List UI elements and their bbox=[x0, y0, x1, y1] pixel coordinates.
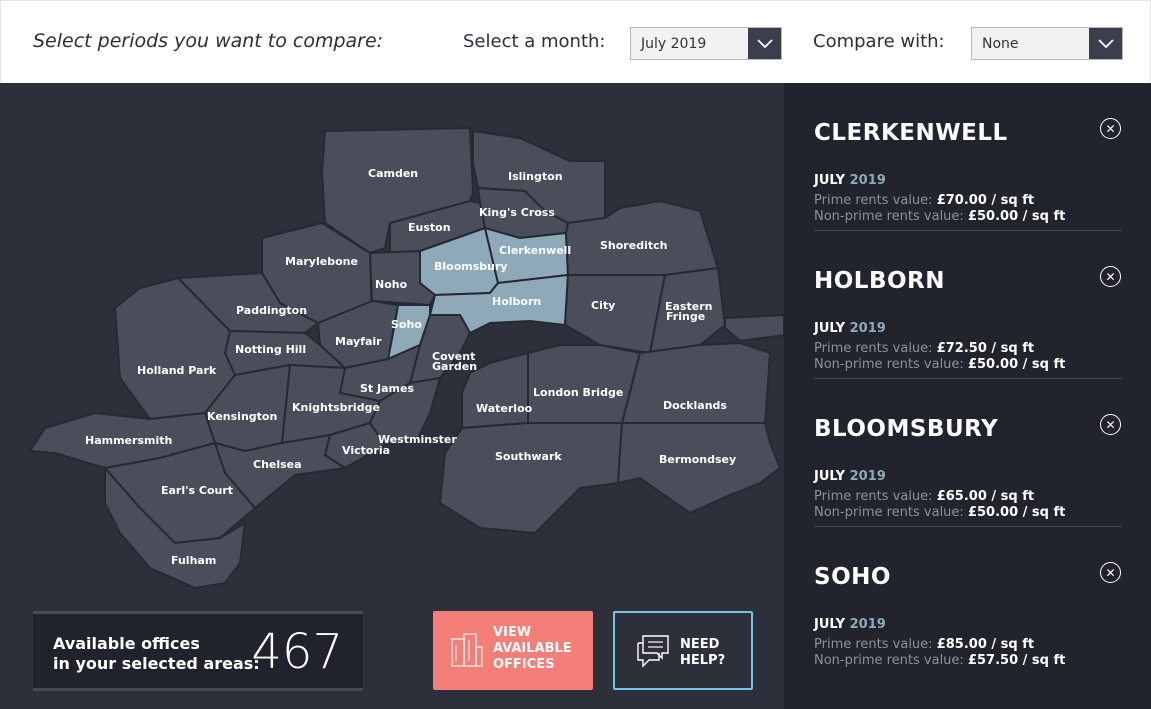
region-london-bridge[interactable] bbox=[527, 344, 642, 424]
prime-rent-label: Prime rents value: bbox=[814, 341, 933, 356]
counter-caption-line1: Available offices bbox=[53, 634, 200, 653]
compare-select-value: None bbox=[982, 36, 1019, 52]
area-name: BLOOMSBURY bbox=[814, 416, 999, 442]
view-button-line1: VIEW bbox=[493, 625, 532, 640]
nonprime-rent: Non-prime rents value: £57.50 / sq ft bbox=[814, 653, 1065, 668]
prime-rent: Prime rents value: £85.00 / sq ft bbox=[814, 637, 1034, 652]
counter-caption: Available offices in your selected areas… bbox=[53, 634, 260, 674]
period-year: 2019 bbox=[849, 321, 886, 336]
nonprime-rent-label: Non-prime rents value: bbox=[814, 357, 964, 372]
nonprime-rent-label: Non-prime rents value: bbox=[814, 209, 964, 224]
area-card-holborn: HOLBORN ✕ JULY 2019 Prime rents value: £… bbox=[814, 231, 1122, 379]
region-city[interactable] bbox=[563, 274, 667, 355]
prime-rent: Prime rents value: £70.00 / sq ft bbox=[814, 193, 1034, 208]
close-icon[interactable]: ✕ bbox=[1100, 414, 1121, 435]
selected-areas-panel: CLERKENWELL ✕ JULY 2019 Prime rents valu… bbox=[784, 83, 1151, 709]
nonprime-rent-value: £50.00 / sq ft bbox=[967, 357, 1066, 372]
area-card-soho: SOHO ✕ JULY 2019 Prime rents value: £85.… bbox=[814, 527, 1122, 675]
period-month: JULY bbox=[814, 617, 846, 632]
area-name: CLERKENWELL bbox=[814, 120, 1008, 146]
compare-label: Compare with: bbox=[813, 31, 945, 52]
period-year: 2019 bbox=[849, 617, 886, 632]
help-button-line1: NEED bbox=[680, 637, 720, 652]
view-button-line2: AVAILABLE bbox=[493, 641, 572, 656]
view-button-label: VIEW AVAILABLE OFFICES bbox=[493, 625, 583, 673]
area-card-clerkenwell: CLERKENWELL ✕ JULY 2019 Prime rents valu… bbox=[814, 83, 1122, 231]
counter-value: 467 bbox=[251, 624, 343, 680]
compare-prompt: Select periods you want to compare: bbox=[33, 30, 384, 52]
nonprime-rent: Non-prime rents value: £50.00 / sq ft bbox=[814, 209, 1065, 224]
prime-rent: Prime rents value: £72.50 / sq ft bbox=[814, 341, 1034, 356]
period-month: JULY bbox=[814, 469, 846, 484]
period-year: 2019 bbox=[849, 469, 886, 484]
region-bermondsey[interactable] bbox=[616, 422, 782, 515]
compare-select[interactable]: None bbox=[971, 27, 1123, 60]
nonprime-rent-value: £50.00 / sq ft bbox=[967, 505, 1066, 520]
prime-rent-label: Prime rents value: bbox=[814, 637, 933, 652]
available-offices-counter: Available offices in your selected areas… bbox=[33, 611, 363, 691]
counter-caption-line2: in your selected areas: bbox=[53, 654, 260, 673]
nonprime-rent-value: £57.50 / sq ft bbox=[967, 653, 1066, 668]
prime-rent-value: £65.00 / sq ft bbox=[936, 489, 1035, 504]
nonprime-rent: Non-prime rents value: £50.00 / sq ft bbox=[814, 357, 1065, 372]
month-select[interactable]: July 2019 bbox=[630, 27, 782, 60]
area-period: JULY 2019 bbox=[814, 321, 886, 336]
help-button-label: NEED HELP? bbox=[680, 637, 750, 669]
nonprime-rent-label: Non-prime rents value: bbox=[814, 505, 964, 520]
chat-bubbles-icon bbox=[637, 635, 669, 668]
month-select-value: July 2019 bbox=[641, 36, 707, 52]
period-selector-bar: Select periods you want to compare: Sele… bbox=[0, 0, 1151, 83]
area-period: JULY 2019 bbox=[814, 469, 886, 484]
area-period: JULY 2019 bbox=[814, 617, 886, 632]
nonprime-rent-label: Non-prime rents value: bbox=[814, 653, 964, 668]
building-icon bbox=[451, 633, 483, 667]
nonprime-rent-value: £50.00 / sq ft bbox=[967, 209, 1066, 224]
view-available-offices-button[interactable]: VIEW AVAILABLE OFFICES bbox=[433, 611, 593, 690]
area-name: HOLBORN bbox=[814, 268, 945, 294]
chevron-down-icon[interactable] bbox=[748, 28, 781, 59]
need-help-button[interactable]: NEED HELP? bbox=[613, 611, 753, 690]
close-icon[interactable]: ✕ bbox=[1100, 562, 1121, 583]
prime-rent-value: £70.00 / sq ft bbox=[936, 193, 1035, 208]
prime-rent-value: £85.00 / sq ft bbox=[936, 637, 1035, 652]
area-card-bloomsbury: BLOOMSBURY ✕ JULY 2019 Prime rents value… bbox=[814, 379, 1122, 527]
prime-rent-value: £72.50 / sq ft bbox=[936, 341, 1035, 356]
help-button-line2: HELP? bbox=[680, 653, 726, 668]
nonprime-rent: Non-prime rents value: £50.00 / sq ft bbox=[814, 505, 1065, 520]
prime-rent-label: Prime rents value: bbox=[814, 193, 933, 208]
period-year: 2019 bbox=[849, 173, 886, 188]
region-docklands[interactable] bbox=[620, 341, 772, 424]
view-button-line3: OFFICES bbox=[493, 657, 555, 672]
prime-rent: Prime rents value: £65.00 / sq ft bbox=[814, 489, 1034, 504]
month-label: Select a month: bbox=[463, 31, 606, 52]
prime-rent-label: Prime rents value: bbox=[814, 489, 933, 504]
area-name: SOHO bbox=[814, 564, 891, 590]
map-panel: Camden Islington King's Cross Euston Mar… bbox=[0, 83, 784, 709]
chevron-down-icon[interactable] bbox=[1089, 28, 1122, 59]
period-month: JULY bbox=[814, 173, 846, 188]
close-icon[interactable]: ✕ bbox=[1100, 266, 1121, 287]
region-southwark[interactable] bbox=[438, 422, 624, 535]
period-month: JULY bbox=[814, 321, 846, 336]
area-period: JULY 2019 bbox=[814, 173, 886, 188]
close-icon[interactable]: ✕ bbox=[1100, 118, 1121, 139]
